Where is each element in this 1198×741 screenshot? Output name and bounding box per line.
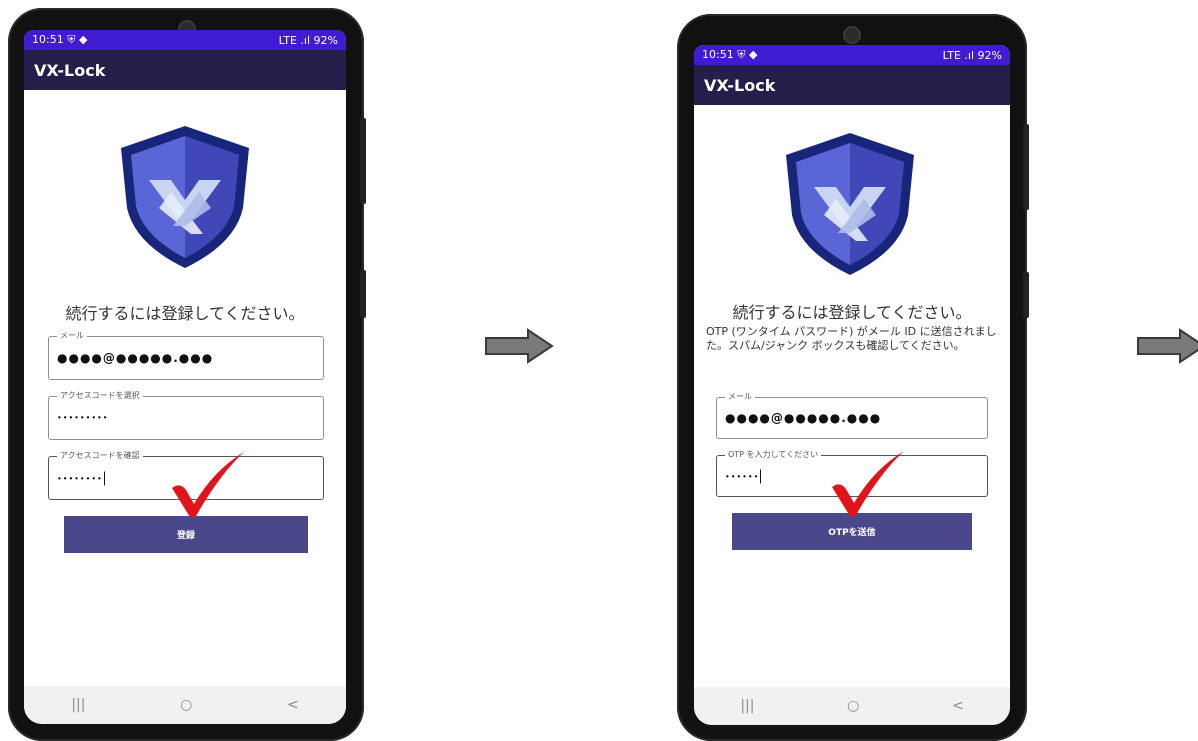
checkmark-icon: [172, 452, 244, 518]
right-arrow-icon: [485, 328, 554, 364]
shield-logo-icon: [121, 126, 249, 268]
confirm-code-dots: ••••••••: [57, 474, 103, 484]
app-bar: VX-Lock: [694, 65, 1010, 105]
text-caret: [760, 469, 762, 483]
phone-screen-2: 10:51 ⛨ ◆ LTE .ıl 92% VX-Lock 続行するには登録して…: [694, 45, 1010, 725]
right-arrow-icon: [1137, 328, 1198, 364]
power-button: [360, 118, 366, 204]
status-time: 10:51: [702, 48, 734, 61]
send-otp-button-label: OTPを送信: [828, 528, 876, 538]
status-icons: ⛨ ◆: [737, 48, 758, 61]
system-nav-bar: ||| ○ <: [694, 687, 1010, 725]
back-button[interactable]: <: [287, 697, 299, 713]
status-right: LTE .ıl 92%: [278, 33, 338, 47]
status-bar: 10:51 ⛨ ◆ LTE .ıl 92%: [694, 45, 1010, 65]
status-right: LTE .ıl 92%: [942, 48, 1002, 62]
otp-field-value: ••••••: [725, 469, 762, 484]
recent-apps-button[interactable]: |||: [71, 697, 85, 713]
access-code-field-value: •••••••••: [57, 413, 109, 423]
register-button-label: 登録: [176, 531, 195, 541]
phone-frame-1: 10:51 ⛨ ◆ LTE .ıl 92% VX-Lock 続行するには登録して…: [8, 8, 366, 741]
text-caret: [103, 471, 105, 485]
email-field-label: メール: [57, 330, 87, 342]
shield-logo-icon: [786, 133, 914, 275]
home-button[interactable]: ○: [180, 697, 192, 713]
volume-button: [360, 270, 366, 318]
recent-apps-button[interactable]: |||: [740, 698, 754, 714]
power-button: [1023, 124, 1029, 210]
register-button[interactable]: 登録: [64, 516, 308, 553]
back-button[interactable]: <: [952, 698, 964, 714]
email-field[interactable]: メール ●●●●@●●●●●.●●●: [48, 330, 324, 380]
app-bar: VX-Lock: [24, 50, 346, 90]
home-button[interactable]: ○: [847, 698, 859, 714]
otp-field-label: OTP を入力してください: [725, 449, 822, 461]
volume-button: [1023, 272, 1029, 318]
otp-sent-message: OTP (ワンタイム パスワード) がメール ID に送信されました。スパム/ジ…: [706, 325, 997, 352]
checkmark-icon: [832, 451, 904, 517]
status-bar: 10:51 ⛨ ◆ LTE .ıl 92%: [24, 30, 346, 50]
email-field-value: ●●●●@●●●●●.●●●: [57, 351, 214, 365]
status-time: 10:51: [32, 33, 64, 46]
email-field-label: メール: [725, 391, 755, 403]
app-title: VX-Lock: [34, 60, 106, 80]
confirm-code-field-value: ••••••••: [57, 471, 105, 486]
app-title: VX-Lock: [704, 75, 776, 95]
phone-frame-2: 10:51 ⛨ ◆ LTE .ıl 92% VX-Lock 続行するには登録して…: [677, 14, 1029, 741]
email-field[interactable]: メール ●●●●@●●●●●.●●●: [716, 391, 988, 439]
email-field-value: ●●●●@●●●●●.●●●: [725, 411, 882, 425]
otp-dots: ••••••: [725, 472, 760, 482]
front-camera: [843, 26, 861, 44]
access-code-field-label: アクセスコードを選択: [57, 390, 143, 402]
access-code-field[interactable]: アクセスコードを選択 •••••••••: [48, 390, 324, 440]
phone-screen-1: 10:51 ⛨ ◆ LTE .ıl 92% VX-Lock 続行するには登録して…: [24, 30, 346, 724]
status-icons: ⛨ ◆: [67, 33, 88, 46]
register-prompt: 続行するには登録してください。: [65, 304, 305, 323]
register-prompt: 続行するには登録してください。: [732, 303, 972, 322]
confirm-code-field-label: アクセスコードを確認: [57, 450, 143, 462]
system-nav-bar: ||| ○ <: [24, 686, 346, 724]
